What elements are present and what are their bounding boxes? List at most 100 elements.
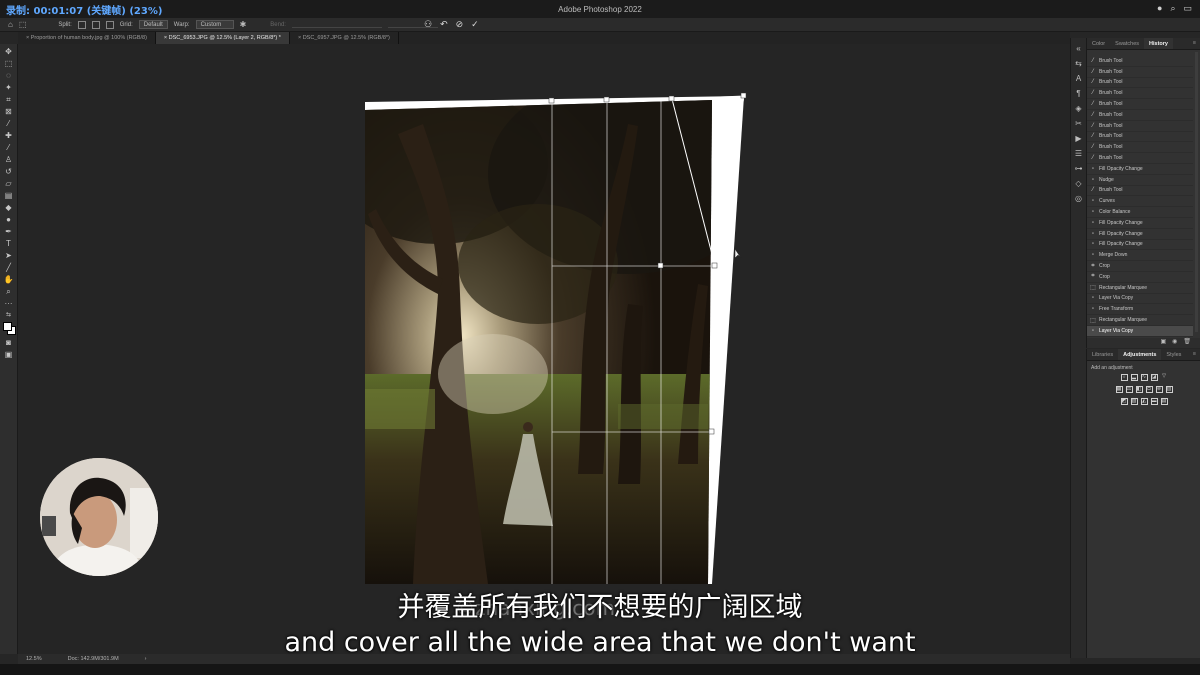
quick-mask-icon[interactable]: ◙ xyxy=(4,338,14,347)
history-item[interactable]: ⁄ Brush Tool xyxy=(1087,78,1193,89)
history-item[interactable]: ⁄ Brush Tool xyxy=(1087,110,1193,121)
foreground-color-swatch[interactable] xyxy=(3,322,12,331)
brush-settings-icon[interactable]: ⊶ xyxy=(1074,164,1084,173)
tab-proportion-of-human-body[interactable]: × Proportion of human body.jpg @ 100% (R… xyxy=(18,32,156,44)
panel-menu-icon[interactable]: ≡ xyxy=(1193,38,1200,49)
gradient-map-icon[interactable]: ▬ xyxy=(1150,398,1158,405)
history-item[interactable]: ▫ Color Balance xyxy=(1087,207,1193,218)
blur-tool-icon[interactable]: ◆ xyxy=(4,203,14,212)
magic-wand-tool-icon[interactable]: ✦ xyxy=(4,83,14,92)
trash-icon[interactable]: 🗑 xyxy=(1183,338,1191,348)
expand-panels-icon[interactable]: « xyxy=(1074,44,1084,53)
properties-icon[interactable]: ☰ xyxy=(1074,149,1084,158)
warp-handle[interactable] xyxy=(708,428,715,435)
history-item[interactable]: ⁄ Brush Tool xyxy=(1087,142,1193,154)
character-icon[interactable]: A xyxy=(1074,74,1084,83)
brightness-contrast-icon[interactable]: ☼ xyxy=(1120,374,1128,381)
split-vertical-icon[interactable] xyxy=(91,20,100,29)
path-selection-tool-icon[interactable]: ➤ xyxy=(4,251,14,260)
posterize-icon[interactable]: ▨ xyxy=(1130,398,1138,405)
clone-stamp-tool-icon[interactable]: ♙ xyxy=(4,155,14,164)
warp-handle[interactable] xyxy=(740,92,747,99)
zoom-tool-icon[interactable]: ⌕ xyxy=(4,287,14,296)
paragraph-icon[interactable]: ¶ xyxy=(1074,89,1084,98)
workspace-icon[interactable]: ▭ xyxy=(1183,3,1192,14)
type-tool-icon[interactable]: T xyxy=(4,239,14,248)
tab-dsc-6953[interactable]: × DSC_6953.JPG @ 12.5% (Layer 2, RGB/8*)… xyxy=(155,32,290,44)
history-item[interactable]: ⌗ Crop xyxy=(1087,261,1193,272)
warp-handle[interactable] xyxy=(548,97,555,104)
cancel-icon[interactable]: ⊘ xyxy=(456,19,464,30)
bend-input[interactable] xyxy=(291,22,382,28)
invert-icon[interactable]: ◩ xyxy=(1120,398,1128,405)
history-item[interactable]: ▫ Fill Opacity Change xyxy=(1087,218,1193,229)
curves-icon[interactable]: ∿ xyxy=(1140,374,1148,381)
history-scrollbar[interactable] xyxy=(1195,52,1198,332)
puppet-icon[interactable]: ⚇ xyxy=(424,19,432,30)
undo-icon[interactable]: ↶ xyxy=(440,19,448,30)
new-document-from-state-icon[interactable]: ▣ xyxy=(1160,338,1166,348)
marquee-tool-icon[interactable]: ⬚ xyxy=(4,59,14,68)
history-item[interactable]: ▫ Fill Opacity Change xyxy=(1087,229,1193,240)
history-item[interactable]: ▫ Nudge xyxy=(1087,175,1193,186)
split-crosswise-icon[interactable] xyxy=(77,20,86,29)
tab-dsc-6957[interactable]: × DSC_6957.JPG @ 12.5% (RGB/8*) xyxy=(290,32,399,44)
history-item[interactable]: ▫ Layer Via Copy xyxy=(1087,325,1193,337)
search-icon[interactable]: ⌕ xyxy=(1170,3,1175,14)
history-item[interactable]: ⁄ Brush Tool xyxy=(1087,99,1193,110)
home-icon[interactable]: ⌂ xyxy=(8,20,13,29)
history-item[interactable]: ▫ Layer Via Copy xyxy=(1087,294,1193,305)
more-tools-icon[interactable]: ··· xyxy=(4,299,14,308)
brush-tool-icon[interactable]: ⁄ xyxy=(4,143,14,152)
screen-mode-icon[interactable]: ▣ xyxy=(4,350,14,359)
warp-handle[interactable] xyxy=(668,95,675,102)
history-item[interactable]: ⁄ Brush Tool xyxy=(1087,121,1193,132)
history-item[interactable]: ⁄ Brush Tool xyxy=(1087,67,1193,78)
black-white-icon[interactable]: ◧ xyxy=(1135,386,1143,393)
lasso-tool-icon[interactable]: ◌ xyxy=(4,71,14,80)
photo-filter-icon[interactable]: ◘ xyxy=(1145,386,1153,393)
user-icon[interactable]: ● xyxy=(1157,3,1162,14)
tab-swatches[interactable]: Swatches xyxy=(1110,38,1144,49)
split-horizontal-icon[interactable] xyxy=(105,20,114,29)
tab-adjustments[interactable]: Adjustments xyxy=(1118,349,1162,360)
warp-select[interactable]: Custom xyxy=(195,20,234,29)
history-item[interactable]: ⁄ Brush Tool xyxy=(1087,88,1193,100)
threshold-icon[interactable]: ◭ xyxy=(1140,398,1148,405)
history-item[interactable]: ⬚ Rectangular Marquee xyxy=(1087,315,1193,326)
gradient-tool-icon[interactable]: ▤ xyxy=(4,191,14,200)
history-item[interactable]: ⬚ Rectangular Marquee xyxy=(1087,283,1193,294)
layers-icon[interactable]: ◇ xyxy=(1074,179,1084,188)
history-item[interactable]: ▫ Free Transform xyxy=(1087,304,1193,316)
canvas-area[interactable] xyxy=(18,44,1070,654)
eraser-tool-icon[interactable]: ▱ xyxy=(4,179,14,188)
healing-tool-icon[interactable]: ✚ xyxy=(4,131,14,140)
history-icon[interactable]: ⇆ xyxy=(1074,59,1084,68)
vibrance-icon[interactable]: ▽ xyxy=(1161,374,1168,381)
warp-orientation-icon[interactable]: ✱ xyxy=(240,20,247,29)
tab-history[interactable]: History xyxy=(1144,38,1173,49)
warp-handle[interactable] xyxy=(711,262,718,269)
tab-styles[interactable]: Styles xyxy=(1161,349,1186,360)
warp-handle[interactable] xyxy=(603,96,610,103)
history-brush-tool-icon[interactable]: ↺ xyxy=(4,167,14,176)
canvas-image[interactable] xyxy=(18,44,1070,654)
channel-mixer-icon[interactable]: ⊛ xyxy=(1155,386,1163,393)
tool-preset-icon[interactable]: ⬚ xyxy=(19,20,27,29)
move-tool-icon[interactable]: ✥ xyxy=(4,47,14,56)
eyedropper-tool-icon[interactable]: ⁄ xyxy=(4,119,14,128)
channels-icon[interactable]: ◎ xyxy=(1074,194,1084,203)
history-item[interactable]: ⁄ Brush Tool xyxy=(1087,153,1193,164)
3d-icon[interactable]: ◈ xyxy=(1074,104,1084,113)
history-item[interactable]: ▫ Fill Opacity Change xyxy=(1087,240,1193,251)
panel-menu-icon[interactable]: ≡ xyxy=(1193,349,1200,360)
actions-icon[interactable]: ▶ xyxy=(1074,134,1084,143)
frame-tool-icon[interactable]: ⊠ xyxy=(4,107,14,116)
history-item[interactable]: ▫ Curves xyxy=(1087,196,1193,208)
grid-select[interactable]: Default xyxy=(138,20,168,29)
tab-color[interactable]: Color xyxy=(1087,38,1110,49)
levels-icon[interactable]: ▂ xyxy=(1130,374,1138,381)
history-item[interactable]: ⌗ Crop xyxy=(1087,272,1193,283)
color-balance-icon[interactable]: ⚖ xyxy=(1125,386,1133,393)
history-item[interactable]: ⁄ Brush Tool xyxy=(1087,132,1193,143)
